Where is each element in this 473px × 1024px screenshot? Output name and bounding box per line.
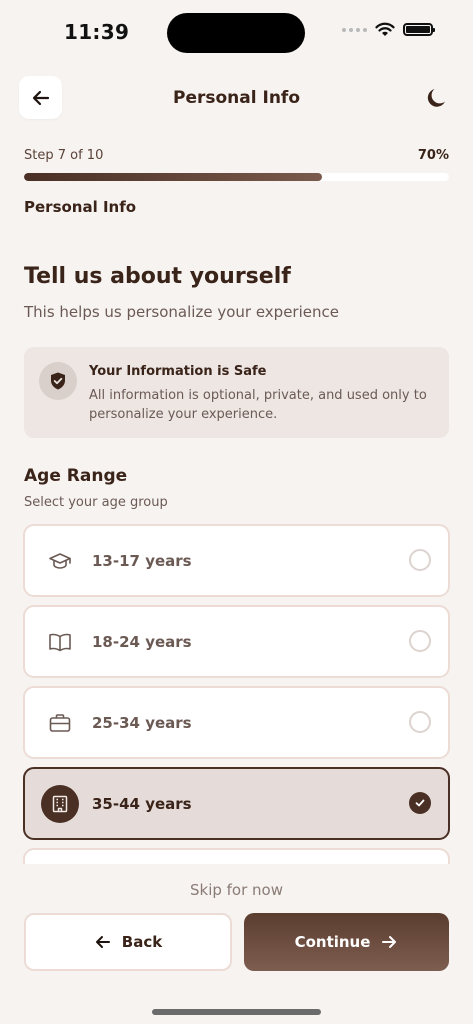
step-name: Personal Info [24,198,137,216]
radio-button[interactable] [409,549,431,571]
age-option-label: 25-34 years [92,714,192,732]
status-bar: 11:39 [0,0,473,64]
page-title: Personal Info [173,88,300,108]
status-icons [342,22,435,37]
check-icon [415,799,425,807]
home-indicator [152,1009,321,1015]
dynamic-island [167,13,305,53]
back-button[interactable]: Back [24,913,232,971]
age-option-25-34[interactable]: 25-34 years [23,686,450,759]
age-option-label: 13-17 years [92,552,192,570]
skip-link[interactable]: Skip for now [0,881,473,899]
book-open-icon [47,629,73,655]
progress-percent: 70% [417,148,449,163]
graduation-cap-icon [47,548,73,574]
safe-notice-text: All information is optional, private, an… [89,388,427,422]
section-subheading: This helps us personalize your experienc… [24,303,339,321]
age-option-13-17[interactable]: 13-17 years [23,524,450,597]
age-option-label: 35-44 years [92,795,192,813]
theme-toggle-button[interactable] [421,82,453,114]
age-option-35-44[interactable]: 35-44 years [23,767,450,840]
age-range-subtitle: Select your age group [24,495,168,510]
back-button-label: Back [121,933,163,951]
age-option-label: 18-24 years [92,633,192,651]
shield-icon-badge [39,362,77,400]
age-option-next[interactable] [23,848,450,864]
battery-icon [403,23,435,36]
step-counter: Step 7 of 10 [24,148,104,163]
moon-icon [427,89,445,107]
age-range-options: 13-17 years 18-24 years 25-34 years 35-4… [23,524,450,864]
radio-button[interactable] [409,711,431,733]
age-option-18-24[interactable]: 18-24 years [23,605,450,678]
progress-section: Step 7 of 10 70% Personal Info [24,148,449,216]
building-icon [41,785,79,823]
status-time: 11:39 [64,20,130,44]
wifi-icon [375,22,395,36]
nav-bar: Personal Info [0,76,473,120]
section-heading: Tell us about yourself [24,264,291,289]
signal-icon [342,27,367,32]
safe-notice-title: Your Information is Safe [89,364,267,379]
arrow-right-icon [382,936,397,948]
progress-bar-fill [24,173,322,181]
arrow-left-icon [95,936,110,948]
radio-button[interactable] [409,630,431,652]
continue-button-label: Continue [294,933,371,951]
info-safe-card: Your Information is Safe All information… [24,347,449,438]
age-range-title: Age Range [24,466,128,486]
continue-button[interactable]: Continue [244,913,449,971]
radio-button-checked[interactable] [409,792,431,814]
briefcase-icon [47,710,73,736]
progress-bar [24,173,449,181]
shield-check-icon [51,372,65,390]
